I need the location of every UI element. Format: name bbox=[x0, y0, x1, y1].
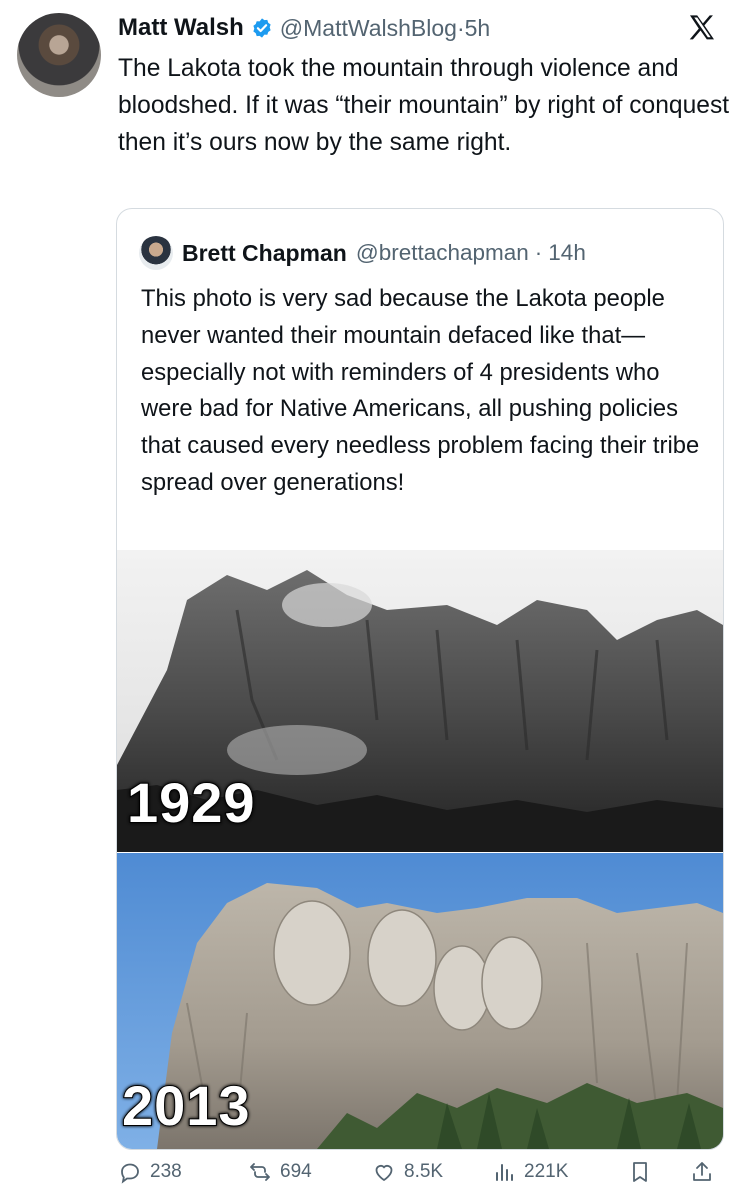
quoted-tweet-header: Brett Chapman @brettachapman · 14h bbox=[139, 235, 586, 271]
tweet-header: Matt Walsh @MattWalshBlog · 5h bbox=[118, 11, 729, 45]
tweet-time[interactable]: 5h bbox=[465, 15, 491, 42]
author-handle[interactable]: @MattWalshBlog bbox=[280, 15, 457, 42]
reply-count: 238 bbox=[150, 1161, 182, 1182]
views-button[interactable]: 221K bbox=[492, 1152, 568, 1192]
quoted-author-name: Brett Chapman bbox=[182, 239, 347, 266]
quoted-author-handle: @brettachapman bbox=[355, 240, 529, 265]
verified-badge-icon bbox=[253, 18, 271, 38]
reply-button[interactable]: 238 bbox=[118, 1152, 182, 1192]
quoted-tweet-text: This photo is very sad because the Lakot… bbox=[141, 285, 700, 496]
year-label-2013: 2013 bbox=[122, 1074, 251, 1137]
like-icon bbox=[375, 1164, 393, 1182]
quoted-author-avatar bbox=[139, 236, 173, 270]
repost-icon bbox=[250, 1163, 270, 1181]
x-logo-icon bbox=[689, 15, 714, 40]
reply-icon bbox=[121, 1163, 139, 1184]
views-icon bbox=[496, 1164, 513, 1181]
author-avatar[interactable] bbox=[17, 13, 101, 97]
year-label-1929: 1929 bbox=[127, 771, 256, 834]
like-count: 8.5K bbox=[404, 1161, 444, 1182]
quoted-tweet-card[interactable]: Brett Chapman @brettachapman · 14h This … bbox=[116, 208, 724, 1150]
views-count: 221K bbox=[524, 1161, 569, 1182]
action-bar: 238 694 8.5K 221K bbox=[110, 1152, 730, 1192]
quoted-tweet-time: 14h bbox=[548, 240, 586, 265]
header-dot: · bbox=[456, 14, 465, 41]
share-icon[interactable] bbox=[690, 1160, 714, 1184]
repost-count: 694 bbox=[280, 1161, 312, 1182]
photo-2013[interactable]: 2013 bbox=[117, 853, 723, 1149]
like-button[interactable]: 8.5K bbox=[372, 1152, 443, 1192]
photo-1929[interactable]: 1929 bbox=[117, 550, 723, 852]
quoted-header-dot: · bbox=[534, 240, 543, 265]
tweet-text: The Lakota took the mountain through vio… bbox=[118, 55, 730, 157]
author-name[interactable]: Matt Walsh bbox=[118, 14, 244, 42]
repost-button[interactable]: 694 bbox=[248, 1152, 312, 1192]
bookmark-icon[interactable] bbox=[628, 1160, 652, 1184]
